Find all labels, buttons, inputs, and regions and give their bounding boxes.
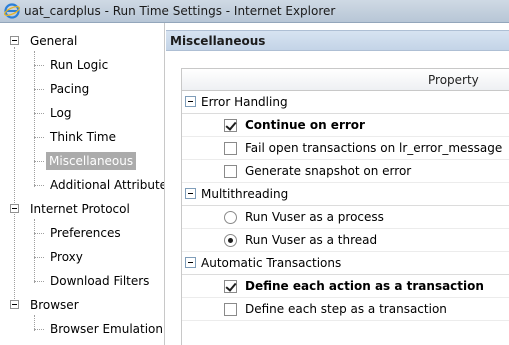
group-error-handling[interactable]: Error Handling: [182, 91, 509, 114]
tree-item-pacing[interactable]: Pacing: [48, 79, 91, 99]
property-grid: Property Error Handling Continue on erro…: [181, 68, 509, 345]
tree-item-download-filters[interactable]: Download Filters: [48, 271, 151, 291]
collapse-multithreading-icon[interactable]: [185, 188, 196, 199]
tree-group-general[interactable]: General: [28, 31, 79, 51]
tree-item-think-time[interactable]: Think Time: [48, 127, 118, 147]
tree-item-log[interactable]: Log: [48, 103, 73, 123]
option-row-define-step-transaction[interactable]: Define each step as a transaction: [182, 298, 509, 321]
collapse-automatic-transactions-icon[interactable]: [185, 257, 196, 268]
tree-item-preferences[interactable]: Preferences: [48, 223, 123, 243]
collapse-internet-protocol-icon[interactable]: [10, 204, 19, 213]
fail-open-transactions-checkbox[interactable]: [224, 142, 237, 155]
run-as-process-radio[interactable]: [224, 211, 237, 224]
settings-tree[interactable]: General Run Logic Pacing Log Think Time …: [0, 23, 165, 345]
property-column-label: Property: [428, 73, 479, 87]
settings-panel: Miscellaneous Property Error Handling Co…: [166, 23, 509, 345]
run-as-thread-radio[interactable]: [224, 234, 237, 247]
tree-item-miscellaneous[interactable]: Miscellaneous: [46, 151, 137, 171]
define-step-transaction-checkbox[interactable]: [224, 303, 237, 316]
collapse-error-handling-icon[interactable]: [185, 96, 196, 107]
tree-item-browser-emulation[interactable]: Browser Emulation: [48, 319, 164, 339]
panel-title: Miscellaneous: [170, 34, 266, 48]
panel-header: Miscellaneous: [166, 30, 509, 51]
window-titlebar[interactable]: uat_cardplus - Run Time Settings - Inter…: [0, 0, 509, 23]
property-column-header[interactable]: Property: [182, 69, 509, 91]
option-row-run-as-thread[interactable]: Run Vuser as a thread: [182, 229, 509, 252]
collapse-browser-icon[interactable]: [10, 300, 19, 309]
generate-snapshot-checkbox[interactable]: [224, 165, 237, 178]
window-title: uat_cardplus - Run Time Settings - Inter…: [24, 4, 336, 18]
define-action-transaction-checkbox[interactable]: [224, 280, 237, 293]
group-automatic-transactions[interactable]: Automatic Transactions: [182, 252, 509, 275]
tree-group-internet-protocol[interactable]: Internet Protocol: [28, 199, 132, 219]
tree-item-proxy[interactable]: Proxy: [48, 247, 85, 267]
option-row-define-action-transaction[interactable]: Define each action as a transaction: [182, 275, 509, 298]
continue-on-error-checkbox[interactable]: [224, 119, 237, 132]
group-multithreading[interactable]: Multithreading: [182, 183, 509, 206]
option-row-run-as-process[interactable]: Run Vuser as a process: [182, 206, 509, 229]
option-row-fail-open-transactions[interactable]: Fail open transactions on lr_error_messa…: [182, 137, 509, 160]
option-row-continue-on-error[interactable]: Continue on error: [182, 114, 509, 137]
tree-item-additional-attributes[interactable]: Additional Attributes: [48, 175, 164, 195]
tree-group-browser[interactable]: Browser: [28, 295, 81, 315]
internet-explorer-icon: [4, 3, 20, 19]
tree-item-run-logic[interactable]: Run Logic: [48, 55, 110, 75]
collapse-general-icon[interactable]: [10, 36, 19, 45]
option-row-generate-snapshot[interactable]: Generate snapshot on error: [182, 160, 509, 183]
